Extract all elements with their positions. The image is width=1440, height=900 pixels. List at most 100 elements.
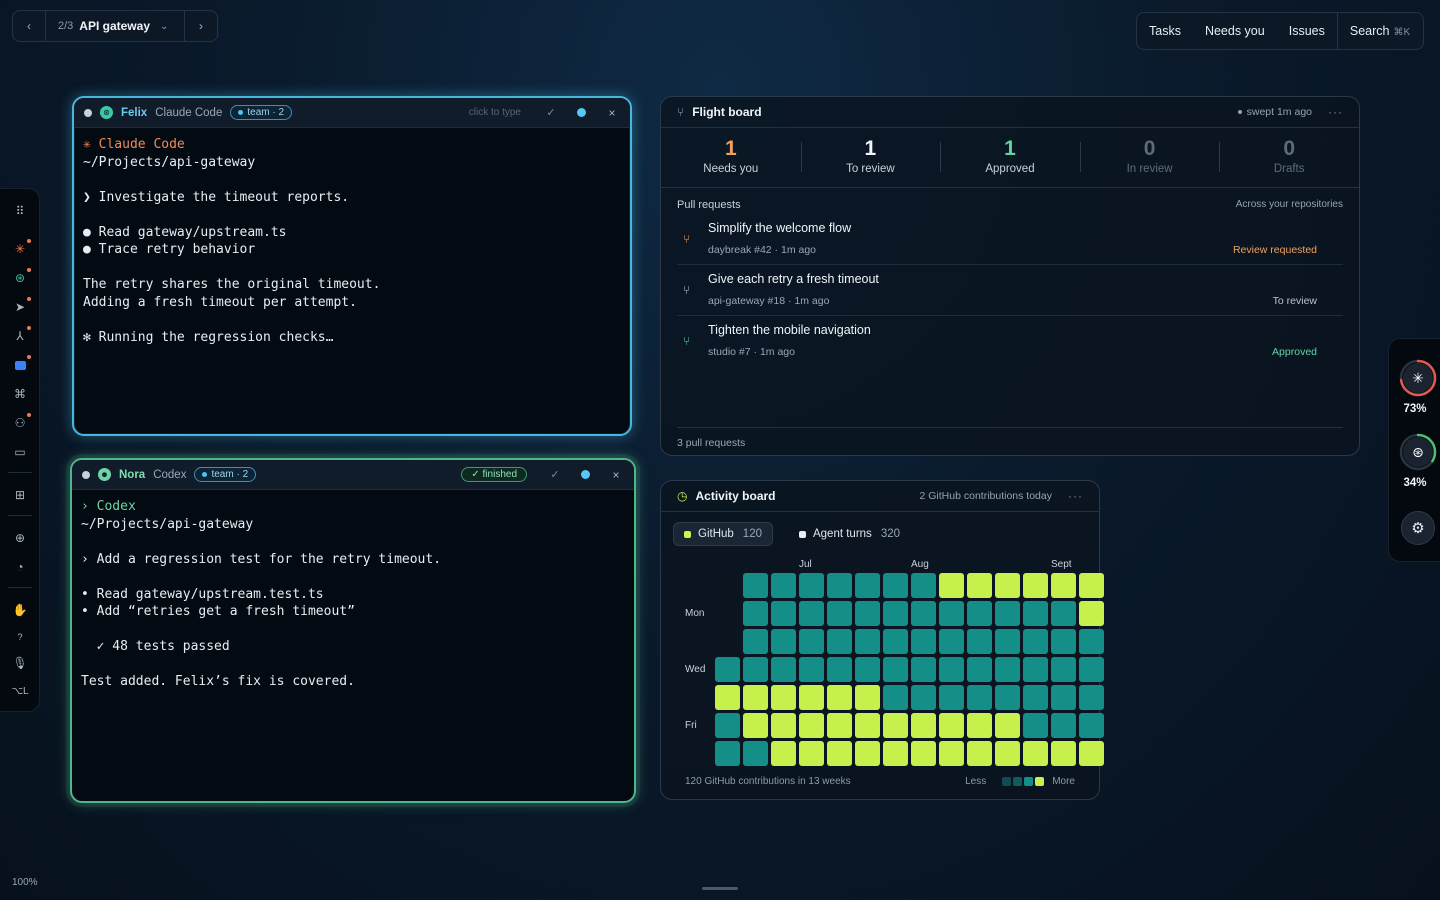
heatmap-cell[interactable] (1051, 713, 1076, 738)
heatmap-cell[interactable] (1023, 685, 1048, 710)
heatmap-cell[interactable] (1023, 741, 1048, 766)
heatmap-cell[interactable] (771, 601, 796, 626)
heatmap-cell[interactable] (967, 601, 992, 626)
heatmap-cell[interactable] (967, 685, 992, 710)
stat-approved[interactable]: 1 Approved (940, 128, 1080, 187)
heatmap-cell[interactable] (967, 657, 992, 682)
felix-terminal[interactable]: ⊛ Felix Claude Code team · 2 click to ty… (72, 96, 632, 436)
blue-dot-icon[interactable] (581, 470, 590, 479)
hand-icon[interactable]: ✋ (12, 602, 28, 618)
heatmap-cell[interactable] (1051, 741, 1076, 766)
heatmap-cell[interactable] (911, 629, 936, 654)
folder-icon[interactable]: ▭ (12, 444, 28, 460)
heatmap-cell[interactable] (715, 741, 740, 766)
heatmap-cell[interactable] (715, 601, 740, 626)
heatmap-cell[interactable] (939, 573, 964, 598)
heatmap-cell[interactable] (855, 601, 880, 626)
heatmap-cell[interactable] (855, 573, 880, 598)
menu-needs-you[interactable]: Needs you (1193, 24, 1277, 38)
search-button[interactable]: Search ⌘K (1338, 24, 1422, 38)
heatmap-cell[interactable] (995, 713, 1020, 738)
heatmap-cell[interactable] (1023, 601, 1048, 626)
heatmap-cell[interactable] (827, 713, 852, 738)
close-icon[interactable]: × (604, 106, 620, 120)
tab-agent-turns[interactable]: Agent turns 320 (789, 523, 910, 545)
heatmap-cell[interactable] (995, 685, 1020, 710)
pr-row[interactable]: ⑂ Tighten the mobile navigation studio #7 … (677, 316, 1343, 367)
heatmap-cell[interactable] (1023, 629, 1048, 654)
heatmap-cell[interactable] (799, 685, 824, 710)
help-icon[interactable]: ? (12, 629, 28, 645)
heatmap-cell[interactable] (1079, 713, 1104, 738)
heatmap-cell[interactable] (1023, 713, 1048, 738)
heatmap-cell[interactable] (799, 741, 824, 766)
heatmap-cell[interactable] (827, 629, 852, 654)
heatmap-cell[interactable] (939, 657, 964, 682)
heatmap-cell[interactable] (911, 657, 936, 682)
heatmap-cell[interactable] (939, 629, 964, 654)
settings-button[interactable]: ⚙ (1401, 511, 1435, 545)
heatmap-cell[interactable] (743, 741, 768, 766)
menu-tasks[interactable]: Tasks (1137, 24, 1193, 38)
heatmap-cell[interactable] (827, 685, 852, 710)
mic-icon[interactable]: 🎙 (12, 655, 28, 671)
menu-issues[interactable]: Issues (1277, 24, 1337, 38)
back-button[interactable]: ‹ (13, 11, 45, 41)
grid-icon[interactable]: ⊞ (12, 487, 28, 503)
heatmap-cell[interactable] (715, 685, 740, 710)
heatmap-cell[interactable] (855, 713, 880, 738)
heatmap-cell[interactable] (715, 629, 740, 654)
heatmap-cell[interactable] (995, 573, 1020, 598)
heatmap-cell[interactable] (743, 573, 768, 598)
heatmap-cell[interactable] (939, 741, 964, 766)
heatmap-cell[interactable] (771, 573, 796, 598)
claude-icon[interactable]: ✳ (12, 239, 31, 257)
heatmap-cell[interactable] (855, 741, 880, 766)
heatmap-cell[interactable] (995, 741, 1020, 766)
heatmap-cell[interactable] (1079, 573, 1104, 598)
felix-output[interactable]: ✳ Claude Code ~/Projects/api-gateway ❯ Inv… (74, 128, 630, 354)
team-badge[interactable]: team · 2 (230, 105, 293, 120)
more-icon[interactable]: ··· (1328, 105, 1343, 119)
heatmap-cell[interactable] (911, 741, 936, 766)
heatmap-cell[interactable] (911, 685, 936, 710)
palette-icon[interactable]: ◔ (12, 559, 28, 575)
heatmap-cell[interactable] (995, 629, 1020, 654)
heatmap-cell[interactable] (827, 573, 852, 598)
heatmap-cell[interactable] (715, 713, 740, 738)
heatmap-cell[interactable] (1079, 685, 1104, 710)
command-icon[interactable]: ⌘ (12, 386, 28, 402)
pr-row[interactable]: ⑂ Simplify the welcome flow daybreak #42 ·… (677, 214, 1343, 265)
heatmap-cell[interactable] (1023, 573, 1048, 598)
heatmap-cell[interactable] (883, 601, 908, 626)
heatmap-cell[interactable] (1079, 601, 1104, 626)
more-icon[interactable]: ··· (1068, 489, 1083, 503)
heatmap-cell[interactable] (995, 657, 1020, 682)
option-icon[interactable]: ⌥L (11, 683, 28, 699)
heatmap-cell[interactable] (883, 629, 908, 654)
heatmap-cell[interactable] (883, 685, 908, 710)
workspace-switcher[interactable]: 2/3 API gateway ⌄ (46, 19, 184, 33)
heatmap-cell[interactable] (799, 713, 824, 738)
heatmap-cell[interactable] (855, 629, 880, 654)
gemini-icon[interactable] (12, 355, 31, 373)
heatmap-cell[interactable] (827, 657, 852, 682)
stat-needs-you[interactable]: 1 Needs you (661, 128, 801, 187)
heatmap-cell[interactable] (967, 713, 992, 738)
agent-icon[interactable]: ⅄ (12, 326, 31, 344)
heatmap-cell[interactable] (939, 713, 964, 738)
heatmap-cell[interactable] (855, 657, 880, 682)
forward-button[interactable]: › (185, 11, 217, 41)
team-badge[interactable]: team · 2 (194, 467, 257, 482)
heatmap-cell[interactable] (743, 601, 768, 626)
heatmap-cell[interactable] (939, 601, 964, 626)
stat-to-review[interactable]: 1 To review (800, 128, 941, 187)
heatmap-cell[interactable] (967, 629, 992, 654)
check-icon[interactable]: ✓ (543, 106, 559, 119)
openai-usage-ring[interactable]: ⊛ (1399, 433, 1437, 471)
heatmap-cell[interactable] (883, 713, 908, 738)
heatmap-cell[interactable] (1051, 573, 1076, 598)
heatmap-cell[interactable] (967, 741, 992, 766)
heatmap-cell[interactable] (799, 629, 824, 654)
heatmap-cell[interactable] (743, 685, 768, 710)
